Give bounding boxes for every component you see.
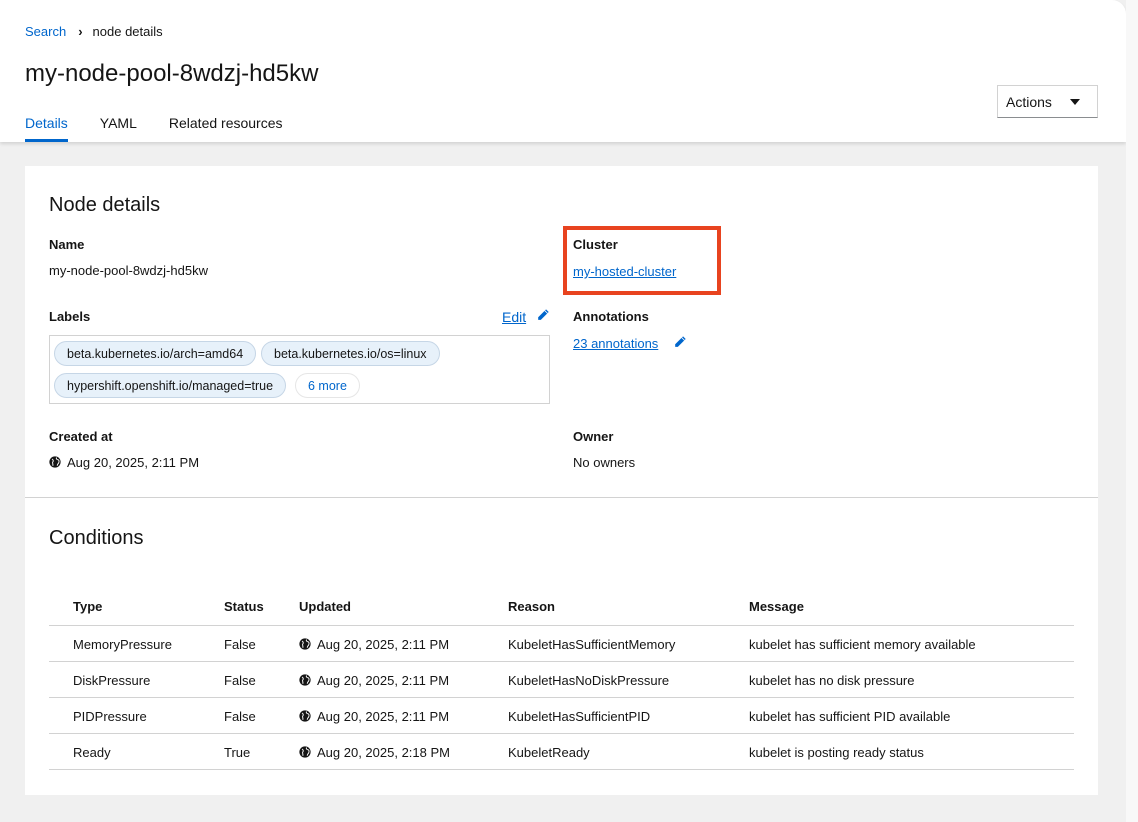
cell-type: Ready <box>73 745 111 760</box>
conditions-table: Type Status Updated Reason Message Memor… <box>49 590 1074 770</box>
cell-message: kubelet has sufficient PID available <box>749 709 951 724</box>
globe-icon <box>299 674 311 686</box>
node-details-heading: Node details <box>49 194 161 216</box>
cell-reason: KubeletHasSufficientPID <box>508 709 651 724</box>
label-chip: hypershift.openshift.io/managed=true <box>54 373 287 398</box>
created-value: Aug 20, 2025, 2:11 PM <box>49 455 199 470</box>
divider <box>25 497 1098 498</box>
label-chip: beta.kubernetes.io/arch=amd64 <box>54 341 257 366</box>
column-header[interactable]: Reason <box>508 599 555 614</box>
cell-type: PIDPressure <box>73 709 147 724</box>
globe-icon <box>299 746 311 758</box>
labels-more-button[interactable]: 6 more <box>295 373 360 398</box>
table-row: DiskPressure False Aug 20, 2025, 2:11 PM… <box>49 662 1074 698</box>
breadcrumb-search-link[interactable]: Search <box>25 24 66 39</box>
cell-message: kubelet has sufficient memory available <box>749 637 976 652</box>
table-row: MemoryPressure False Aug 20, 2025, 2:11 … <box>49 626 1074 662</box>
cell-reason: KubeletHasSufficientMemory <box>508 637 676 652</box>
conditions-heading: Conditions <box>49 527 144 549</box>
cell-updated: Aug 20, 2025, 2:11 PM <box>299 673 449 688</box>
column-header[interactable]: Type <box>73 599 102 614</box>
actions-label: Actions <box>1006 93 1052 110</box>
label-chip: beta.kubernetes.io/os=linux <box>261 341 440 366</box>
pencil-icon[interactable] <box>673 335 687 350</box>
cell-updated-text: Aug 20, 2025, 2:18 PM <box>317 745 450 760</box>
highlight-box <box>563 226 721 295</box>
cell-status: False <box>224 709 256 724</box>
labels-box: beta.kubernetes.io/arch=amd64 beta.kuber… <box>49 335 550 404</box>
tab-yaml[interactable]: YAML <box>100 115 137 142</box>
column-header[interactable]: Updated <box>299 599 351 614</box>
chevron-right-icon: › <box>78 24 83 39</box>
breadcrumb-current: node details <box>92 24 163 39</box>
cell-updated-text: Aug 20, 2025, 2:11 PM <box>317 637 450 652</box>
cell-type: MemoryPressure <box>73 637 172 652</box>
cell-reason: KubeletReady <box>508 745 590 760</box>
tab-details[interactable]: Details <box>25 115 68 142</box>
actions-dropdown[interactable]: Actions <box>997 85 1098 118</box>
cell-updated: Aug 20, 2025, 2:11 PM <box>299 709 449 724</box>
cell-type: DiskPressure <box>73 673 151 688</box>
column-header[interactable]: Status <box>224 599 264 614</box>
tab-related-resources[interactable]: Related resources <box>169 115 283 142</box>
column-header[interactable]: Message <box>749 599 804 614</box>
cell-updated-text: Aug 20, 2025, 2:11 PM <box>317 709 450 724</box>
cell-message: kubelet is posting ready status <box>749 745 924 760</box>
owner-label: Owner <box>573 429 614 444</box>
created-label: Created at <box>49 429 113 444</box>
name-value: my-node-pool-8wdzj-hd5kw <box>49 263 208 278</box>
details-card: Node details Name my-node-pool-8wdzj-hd5… <box>25 166 1098 795</box>
breadcrumb: Search › node details <box>25 24 163 39</box>
cell-updated: Aug 20, 2025, 2:11 PM <box>299 637 449 652</box>
cell-status: True <box>224 745 251 760</box>
scrollbar[interactable] <box>1126 0 1138 822</box>
owner-value: No owners <box>573 455 636 470</box>
table-row: PIDPressure False Aug 20, 2025, 2:11 PM … <box>49 698 1074 734</box>
globe-icon <box>299 710 311 722</box>
cell-reason: KubeletHasNoDiskPressure <box>508 673 670 688</box>
labels-label: Labels <box>49 309 91 324</box>
globe-icon <box>299 638 311 650</box>
annotations-label: Annotations <box>573 309 649 324</box>
pencil-icon[interactable] <box>536 308 550 323</box>
cell-status: False <box>224 637 256 652</box>
caret-down-icon <box>1070 99 1080 105</box>
cell-status: False <box>224 673 256 688</box>
cell-updated: Aug 20, 2025, 2:18 PM <box>299 745 450 760</box>
created-text: Aug 20, 2025, 2:11 PM <box>67 455 200 470</box>
name-label: Name <box>49 237 85 252</box>
table-header-row: Type Status Updated Reason Message <box>49 590 1074 626</box>
page-title: my-node-pool-8wdzj-hd5kw <box>25 60 319 87</box>
tab-bar: Details YAML Related resources <box>25 115 315 142</box>
annotations-link[interactable]: 23 annotations <box>573 336 658 351</box>
cell-updated-text: Aug 20, 2025, 2:11 PM <box>317 673 450 688</box>
table-row: Ready True Aug 20, 2025, 2:18 PM Kubelet… <box>49 734 1074 770</box>
page-header: Search › node details my-node-pool-8wdzj… <box>0 0 1126 142</box>
globe-icon <box>49 456 61 468</box>
labels-edit-link[interactable]: Edit <box>502 309 526 325</box>
cell-message: kubelet has no disk pressure <box>749 673 915 688</box>
